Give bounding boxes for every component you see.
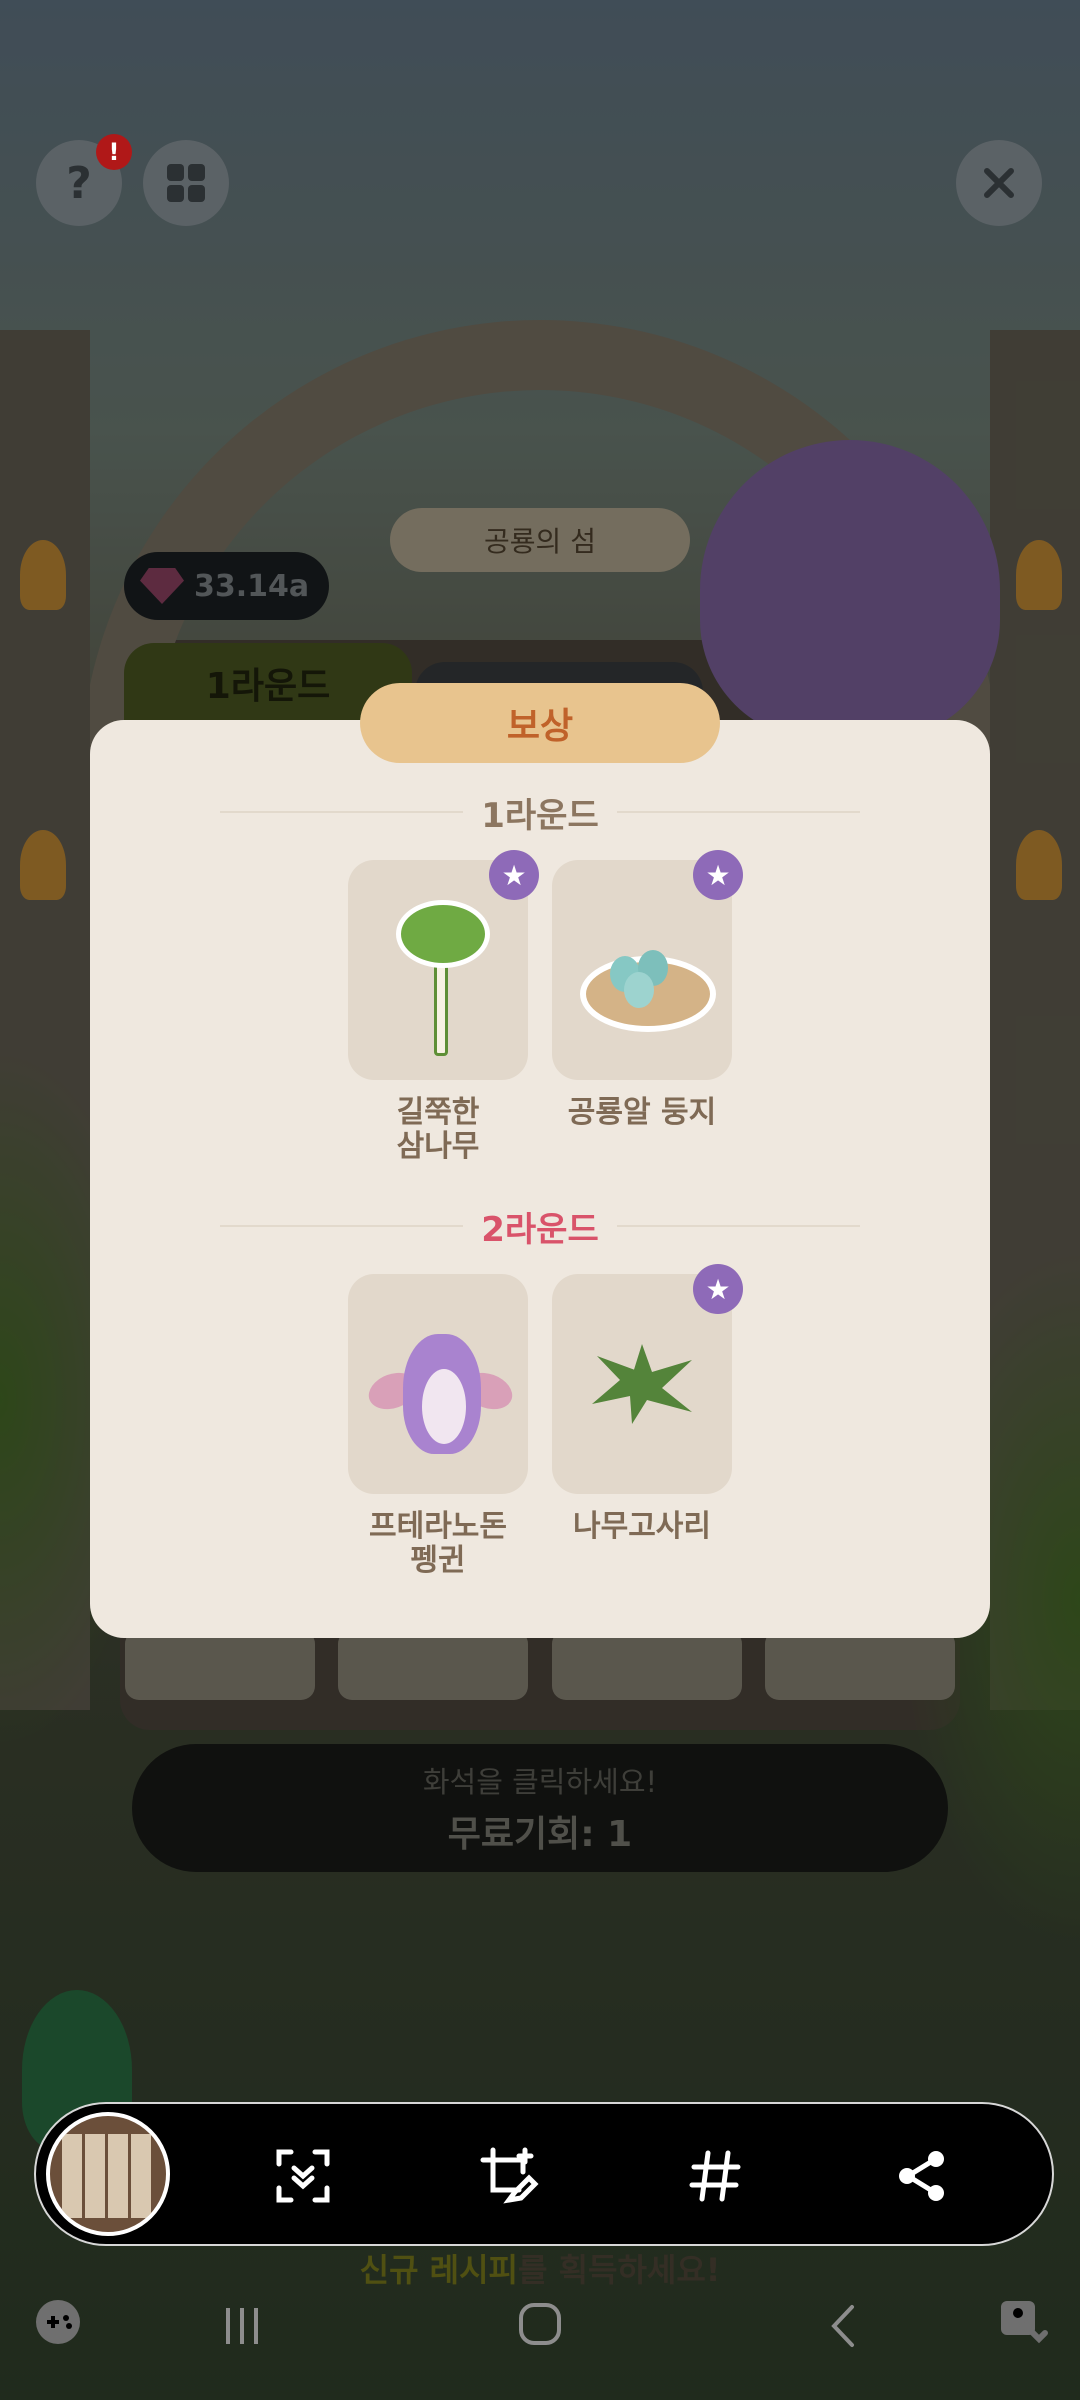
help-icon: ? xyxy=(66,157,92,209)
share-icon xyxy=(899,2151,944,2201)
menu-button[interactable] xyxy=(143,140,229,226)
divider xyxy=(616,1225,860,1227)
screenshot-toolbar xyxy=(34,2102,1054,2246)
hashtag-button[interactable] xyxy=(665,2126,765,2226)
game-tools-button[interactable] xyxy=(30,2294,86,2350)
home-icon xyxy=(519,2303,561,2345)
item-name-line: 프테라노돈 xyxy=(369,1509,507,1544)
star-icon: ★ xyxy=(693,850,743,900)
fern-icon xyxy=(592,1344,692,1424)
item-name-line: 삼나무 xyxy=(396,1128,480,1164)
star-icon: ★ xyxy=(693,1264,743,1314)
hashtag-icon xyxy=(689,2150,741,2202)
round-2-heading: 2라운드 xyxy=(220,1206,860,1250)
reward-modal xyxy=(90,720,990,1638)
item-label: 공룡알 둥지 xyxy=(532,1096,752,1130)
back-button[interactable] xyxy=(814,2296,874,2356)
divider xyxy=(220,811,464,813)
divider xyxy=(220,1225,464,1227)
system-navigation-bar xyxy=(0,2280,1080,2400)
crop-edit-button[interactable] xyxy=(459,2126,559,2226)
back-icon xyxy=(831,2305,854,2347)
scroll-capture-button[interactable] xyxy=(253,2126,353,2226)
round-1-heading: 1라운드 xyxy=(220,792,860,836)
star-icon: ★ xyxy=(489,850,539,900)
item-label: 나무고사리 xyxy=(532,1510,752,1544)
item-label: 프테라노돈 펭귄 xyxy=(328,1510,548,1577)
close-icon xyxy=(984,168,1014,198)
close-button[interactable] xyxy=(956,140,1042,226)
reward-card-pteranodon-penguin[interactable] xyxy=(348,1274,528,1494)
grid-icon xyxy=(167,164,205,202)
round-label: 1라운드 xyxy=(481,795,599,836)
notification-badge: ! xyxy=(96,134,132,170)
round-label: 2라운드 xyxy=(481,1209,599,1250)
item-name-line: 길쭉한 xyxy=(396,1095,480,1130)
modal-title: 보상 xyxy=(360,683,720,763)
crop-edit-icon xyxy=(480,2147,539,2204)
divider xyxy=(616,811,860,813)
egg xyxy=(624,972,654,1008)
screenshot-thumbnail[interactable] xyxy=(46,2112,170,2236)
penguin-belly xyxy=(422,1369,466,1444)
tree-canopy xyxy=(396,900,490,968)
recent-apps-button[interactable] xyxy=(212,2296,272,2356)
accessibility-button[interactable] xyxy=(988,2290,1058,2356)
scroll-capture-icon xyxy=(276,2149,330,2203)
item-label: 길쭉한 삼나무 xyxy=(328,1096,548,1163)
item-name-line: 나무고사리 xyxy=(573,1509,711,1544)
home-button[interactable] xyxy=(510,2294,570,2354)
game-tools-icon xyxy=(36,2300,80,2344)
thumbnail-preview xyxy=(62,2134,154,2218)
item-name-line: 펭귄 xyxy=(410,1542,466,1578)
accessibility-icon xyxy=(1001,2301,1048,2344)
item-name-line: 공룡알 둥지 xyxy=(567,1095,717,1130)
share-button[interactable] xyxy=(872,2126,972,2226)
recent-apps-icon xyxy=(226,2308,258,2344)
